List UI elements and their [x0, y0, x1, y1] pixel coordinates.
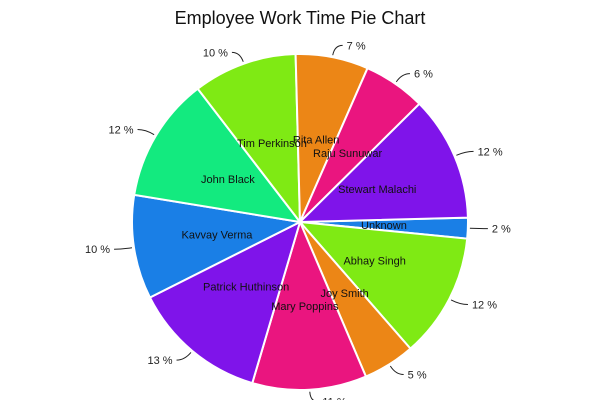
slice-label-raju-sunuwar: Raju Sunuwar — [313, 148, 382, 160]
leader-line-mary-poppins — [309, 391, 314, 400]
slice-label-john-black: John Black — [201, 174, 255, 186]
leader-line-patrick-huthinson — [176, 352, 192, 361]
leader-line-stewart-malachi — [456, 150, 474, 156]
pct-label-stewart-malachi: 12 % — [478, 146, 503, 158]
leader-line-tim-perkinson — [231, 51, 244, 62]
leader-line-abhay-singh — [450, 299, 468, 306]
pct-label-tim-perkinson: 10 % — [203, 47, 228, 59]
pct-label-unknown: 2 % — [492, 224, 511, 236]
slice-label-unknown: Unknown — [361, 220, 407, 232]
pct-label-john-black: 12 % — [108, 125, 133, 137]
slice-label-patrick-huthinson: Patrick Huthinson — [203, 281, 289, 293]
leader-line-kavvay-verma — [114, 247, 133, 250]
pct-label-rita-allen: 7 % — [347, 40, 366, 52]
pie-chart: Employee Work Time Pie Chart 2 % Unknown 1… — [0, 0, 600, 400]
pct-label-joy-smith: 5 % — [408, 369, 427, 381]
slice-label-stewart-malachi: Stewart Malachi — [338, 184, 416, 196]
leader-line-raju-sunuwar — [395, 73, 410, 83]
slice-label-kavvay-verma: Kavvay Verma — [182, 230, 254, 242]
slice-label-mary-poppins: Mary Poppins — [271, 301, 339, 313]
pie-chart-svg: 2 %Unknown12 %Abhay Singh5 %Joy Smith11 … — [85, 40, 511, 400]
slice-label-rita-allen: Rita Allen — [293, 135, 339, 147]
pct-label-patrick-huthinson: 13 % — [147, 355, 172, 367]
slice-label-abhay-singh: Abhay Singh — [343, 256, 405, 268]
pct-label-kavvay-verma: 10 % — [85, 244, 110, 256]
pct-label-abhay-singh: 12 % — [472, 300, 497, 312]
pct-label-raju-sunuwar: 6 % — [414, 69, 433, 81]
leader-line-joy-smith — [389, 365, 404, 375]
leader-line-rita-allen — [332, 44, 343, 56]
slice-label-joy-smith: Joy Smith — [320, 288, 368, 300]
leader-line-john-black — [137, 129, 155, 136]
